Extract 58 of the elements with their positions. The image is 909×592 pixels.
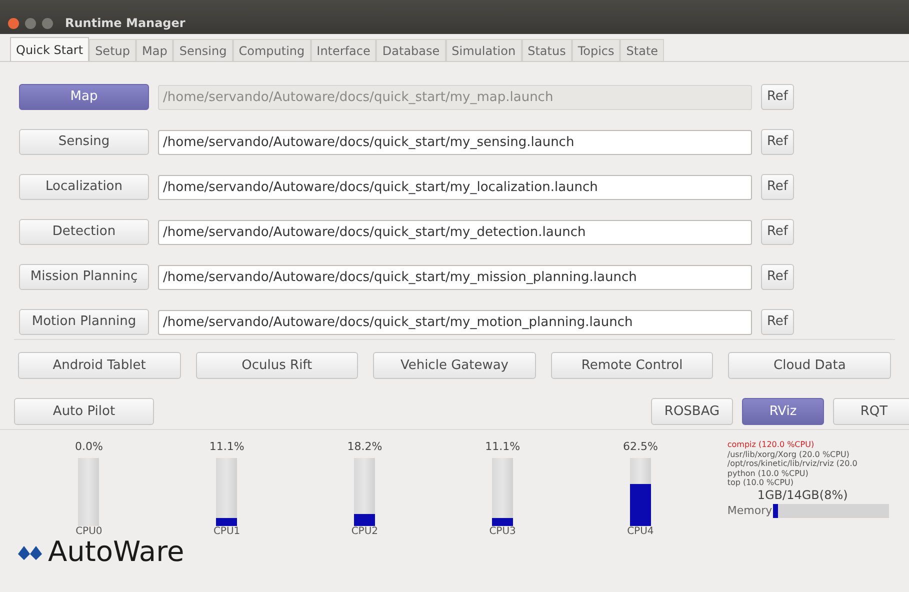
cpu-reading: 11.1% <box>209 440 244 454</box>
tab[interactable]: Simulation <box>446 39 522 61</box>
tab[interactable]: Database <box>376 39 446 61</box>
process-line: python (10.0 %CPU) <box>727 468 810 478</box>
ref-button[interactable]: Ref <box>761 219 794 245</box>
cpu-label: CPU3 <box>489 526 516 538</box>
tab[interactable]: Quick Start <box>10 37 90 61</box>
cpu-reading: 11.1% <box>485 440 520 454</box>
tab[interactable]: Topics <box>572 39 620 61</box>
tab[interactable]: Map <box>136 39 174 61</box>
tab[interactable]: Setup <box>89 39 136 61</box>
close-icon[interactable] <box>8 18 19 28</box>
path-field[interactable]: /home/servando/Autoware/docs/quick_start/my_localization.launch <box>158 174 752 200</box>
ref-button[interactable]: Ref <box>761 309 794 335</box>
tool-button[interactable]: RViz <box>742 398 824 425</box>
device-button[interactable]: Oculus Rift <box>196 352 358 379</box>
tool-button[interactable]: ROSBAG <box>651 398 733 425</box>
logo-text: AutoWare <box>48 536 184 568</box>
ref-button[interactable]: Ref <box>761 174 794 200</box>
launch-button[interactable]: Localization <box>19 174 149 200</box>
auto-pilot-button[interactable]: Auto Pilot <box>14 398 154 425</box>
cpu-reading: 62.5% <box>622 440 658 454</box>
path-field[interactable]: /home/servando/Autoware/docs/quick_start/my_detection.launch <box>158 220 752 244</box>
launch-button[interactable]: Motion Planning <box>19 309 149 335</box>
tab[interactable]: State <box>620 39 664 61</box>
process-line: compiz (120.0 %CPU) <box>727 440 816 450</box>
cpu-label: CPU1 <box>213 526 240 538</box>
device-button[interactable]: Cloud Data <box>728 352 891 379</box>
tab[interactable]: Computing <box>232 39 311 61</box>
path-field[interactable]: /home/servando/Autoware/docs/quick_start/my_mission_planning.launch <box>158 264 752 290</box>
cpu-reading: 18.2% <box>347 440 382 454</box>
device-button[interactable]: Remote Control <box>550 352 714 379</box>
launch-button[interactable]: Detection <box>19 219 149 245</box>
cpu-reading: 0.0% <box>74 440 103 454</box>
window-title: Runtime Manager <box>65 15 186 32</box>
launch-button[interactable]: Sensing <box>19 129 149 155</box>
ref-button[interactable]: Ref <box>761 264 794 290</box>
tab[interactable]: Status <box>522 39 572 61</box>
cpu-label: CPU4 <box>627 526 654 538</box>
tool-button[interactable]: RQT <box>833 398 909 425</box>
process-line: top (10.0 %CPU) <box>727 478 794 488</box>
device-button[interactable]: Vehicle Gateway <box>373 352 536 379</box>
cpu-label: CPU0 <box>76 526 102 538</box>
cpu-label: CPU2 <box>351 526 378 538</box>
tab[interactable]: Interface <box>310 39 376 61</box>
launch-button[interactable]: Mission Planninç <box>19 264 149 290</box>
maximize-icon[interactable] <box>42 18 53 28</box>
path-field[interactable]: /home/servando/Autoware/docs/quick_start/my_motion_planning.launch <box>158 310 752 334</box>
device-button[interactable]: Android Tablet <box>18 352 181 379</box>
memory-label: Memory <box>727 502 772 518</box>
process-line: /usr/lib/xorg/Xorg (20.0 %CPU) <box>727 450 850 459</box>
ref-button[interactable]: Ref <box>761 129 794 155</box>
cpu-meter <box>78 458 100 526</box>
tab[interactable]: Sensing <box>173 39 233 61</box>
path-field[interactable]: /home/servando/Autoware/docs/quick_start/my_sensing.launch <box>158 130 752 154</box>
minimize-icon[interactable] <box>25 18 36 28</box>
memory-reading: 1GB/14GB(8%) <box>757 488 849 502</box>
process-line: /opt/ros/kinetic/lib/rviz/rviz (20.0 <box>727 459 858 468</box>
